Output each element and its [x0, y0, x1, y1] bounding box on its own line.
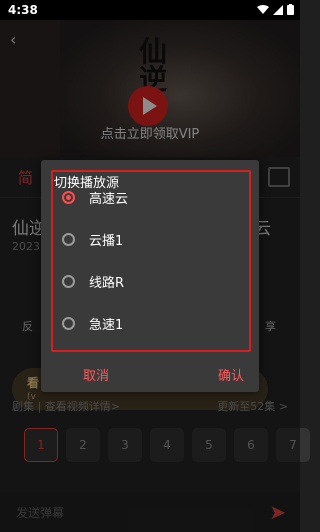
option-label: 云播1 [89, 233, 124, 249]
wifi-icon [257, 4, 269, 14]
confirm-button[interactable]: 确认 [218, 365, 244, 384]
source-option-xianlur[interactable]: 线路R [53, 261, 249, 301]
battery-icon [287, 4, 294, 15]
signal-icon [273, 4, 283, 15]
source-option-yunbo1[interactable]: 云播1 [53, 219, 249, 259]
status-time: 4:38 [8, 3, 38, 17]
status-icons [257, 4, 294, 15]
option-label: 高速云 [89, 191, 129, 207]
option-label: 线路R [89, 275, 125, 291]
radio-icon[interactable] [62, 232, 75, 246]
source-option-gaosuyun[interactable]: 高速云 [53, 177, 249, 217]
source-option-jisu1[interactable]: 急速1 [53, 303, 249, 343]
radio-icon[interactable] [62, 274, 75, 288]
status-bar: 4:38 [0, 0, 300, 20]
radio-icon[interactable] [62, 316, 75, 330]
radio-selected-icon[interactable] [62, 190, 75, 204]
switch-source-dialog: 切换播放源 高速云 云播1 线路R 急速1 取消 确认 [41, 160, 259, 392]
cancel-button[interactable]: 取消 [83, 365, 109, 384]
source-option-list: 高速云 云播1 线路R 急速1 [51, 170, 251, 352]
option-label: 急速1 [89, 317, 124, 333]
